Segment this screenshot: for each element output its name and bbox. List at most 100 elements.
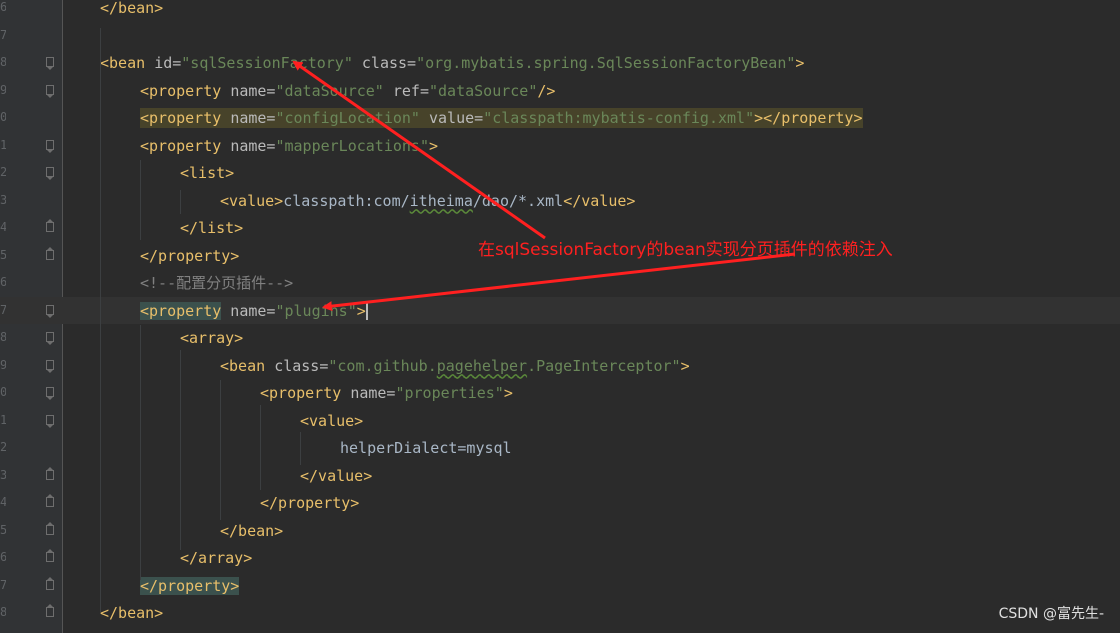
code-text[interactable]: </bean> (100, 0, 163, 18)
code-token: > (356, 301, 366, 320)
indent-guide (100, 28, 101, 612)
code-text[interactable]: <list> (180, 163, 234, 183)
fold-start-icon[interactable] (46, 387, 54, 400)
code-line[interactable]: 3 <value>classpath:com/itheima/dao/*.xml<… (0, 187, 1120, 215)
line-number: 6 (0, 0, 6, 14)
code-line[interactable]: 7 <property name="plugins"> (0, 296, 1120, 324)
code-text[interactable]: <property name="mapperLocations"> (140, 136, 438, 156)
fold-end-icon[interactable] (46, 469, 54, 480)
code-line[interactable]: 7 </property> (0, 572, 1120, 600)
fold-end-icon[interactable] (46, 497, 54, 507)
fold-start-icon[interactable] (46, 84, 54, 98)
code-text[interactable]: </property> (140, 246, 239, 266)
fold-end-icon[interactable] (46, 552, 54, 562)
code-token: <value> (300, 411, 364, 430)
fold-start-icon[interactable] (46, 139, 54, 153)
fold-end-icon[interactable] (46, 607, 54, 617)
line-number: 4 (0, 220, 6, 234)
code-line[interactable]: 1 <property name="mapperLocations"> (0, 132, 1120, 160)
fold-end-icon[interactable] (46, 249, 54, 260)
indent-guide (260, 405, 261, 490)
code-token: <property (140, 301, 222, 320)
code-text[interactable]: </bean> (220, 521, 283, 541)
line-number: 7 (0, 302, 6, 317)
code-text[interactable]: <property name="configLocation" value="c… (140, 108, 863, 128)
line-number: 9 (0, 357, 6, 372)
code-token: ref= (383, 81, 429, 100)
code-line[interactable]: 2 helperDialect=mysql (0, 434, 1120, 462)
fold-start-icon[interactable] (46, 167, 54, 180)
code-text[interactable]: </bean> (100, 603, 163, 623)
indent-guide (140, 160, 141, 240)
code-text[interactable]: <value>classpath:com/itheima/dao/*.xml</… (220, 191, 635, 211)
code-line[interactable]: 6 </array> (0, 544, 1120, 572)
code-token: "classpath:mybatis-config.xml" (483, 109, 755, 127)
code-token: id= (154, 54, 182, 72)
code-token: <property (140, 136, 231, 155)
code-token: itheima (409, 191, 473, 210)
indent-guide (140, 325, 141, 580)
code-line[interactable]: 0 <property name="properties"> (0, 379, 1120, 407)
code-text[interactable]: <property name="properties"> (260, 383, 513, 403)
code-line[interactable]: 8 <bean id="sqlSessionFactory" class="org… (0, 49, 1120, 77)
code-line[interactable]: 0 <property name="configLocation" value="… (0, 104, 1120, 132)
code-line[interactable]: 6 <!--配置分页插件--> (0, 269, 1120, 297)
code-token: </list> (180, 219, 244, 237)
fold-start-icon[interactable] (46, 414, 54, 428)
code-line[interactable]: 3 </value> (0, 462, 1120, 490)
code-token: "properties" (395, 384, 504, 402)
fold-end-icon[interactable] (46, 524, 54, 535)
code-text[interactable]: </list> (180, 218, 243, 238)
code-text[interactable]: <property name="plugins"> (140, 301, 368, 321)
code-line[interactable]: 8 <array> (0, 324, 1120, 352)
code-editor[interactable]: 6 </bean> 7 8 <bean id="sqlSessionFactory" c… (0, 0, 1120, 633)
code-text[interactable]: <value> (300, 411, 363, 431)
fold-end-icon[interactable] (46, 222, 54, 232)
code-token: </property> (140, 576, 240, 595)
code-line[interactable]: 9 <bean class="com.github.pagehelper.Page… (0, 352, 1120, 380)
code-text[interactable]: </value> (300, 466, 372, 486)
code-token: name= (230, 109, 276, 127)
line-number: 8 (0, 605, 6, 619)
code-line[interactable]: 9 <property name="dataSource" ref="dataSo… (0, 77, 1120, 105)
fold-start-icon[interactable] (46, 332, 54, 345)
indent-guide (220, 380, 221, 520)
code-text[interactable]: </property> (140, 576, 240, 596)
code-token: pagehelper (436, 356, 528, 375)
line-number: 7 (0, 577, 6, 592)
code-text[interactable]: <property name="dataSource" ref="dataSou… (140, 81, 555, 101)
code-token: <property (140, 109, 231, 127)
fold-start-icon[interactable] (46, 57, 54, 70)
code-token: <!--配置分页插件--> (140, 274, 294, 292)
code-line[interactable]: 5 </bean> (0, 517, 1120, 545)
code-text[interactable]: </array> (180, 548, 252, 568)
code-line[interactable]: 7 (0, 22, 1120, 50)
line-number: 0 (0, 385, 6, 399)
code-token: </property> (260, 494, 360, 512)
fold-end-icon[interactable] (46, 579, 54, 590)
code-line[interactable]: 8 </bean> (0, 599, 1120, 627)
code-token: /> (537, 81, 556, 100)
fold-start-icon[interactable] (46, 359, 54, 373)
line-number: 0 (0, 110, 6, 124)
line-number: 2 (0, 440, 6, 454)
fold-start-icon[interactable] (46, 304, 54, 318)
code-line[interactable]: 1 <value> (0, 407, 1120, 435)
code-text[interactable]: <array> (180, 328, 243, 348)
code-token: </bean> (220, 521, 284, 540)
code-text[interactable]: <!--配置分页插件--> (140, 273, 293, 293)
code-text[interactable]: </property> (260, 493, 359, 513)
code-token: "configLocation" (275, 109, 420, 127)
code-line[interactable]: 4 </property> (0, 489, 1120, 517)
code-text[interactable]: <bean id="sqlSessionFactory" class="org.… (100, 53, 804, 73)
code-token: class= (274, 356, 329, 375)
code-line[interactable]: 6 </bean> (0, 0, 1120, 22)
code-text[interactable]: helperDialect=mysql (340, 438, 512, 458)
code-line[interactable]: 2 <list> (0, 159, 1120, 187)
line-number: 3 (0, 467, 6, 482)
code-token: </value> (300, 466, 373, 485)
code-text[interactable]: <bean class="com.github.pagehelper.PageI… (220, 356, 690, 376)
line-number: 8 (0, 55, 6, 69)
line-number: 4 (0, 495, 6, 509)
code-token: <property (260, 384, 351, 402)
